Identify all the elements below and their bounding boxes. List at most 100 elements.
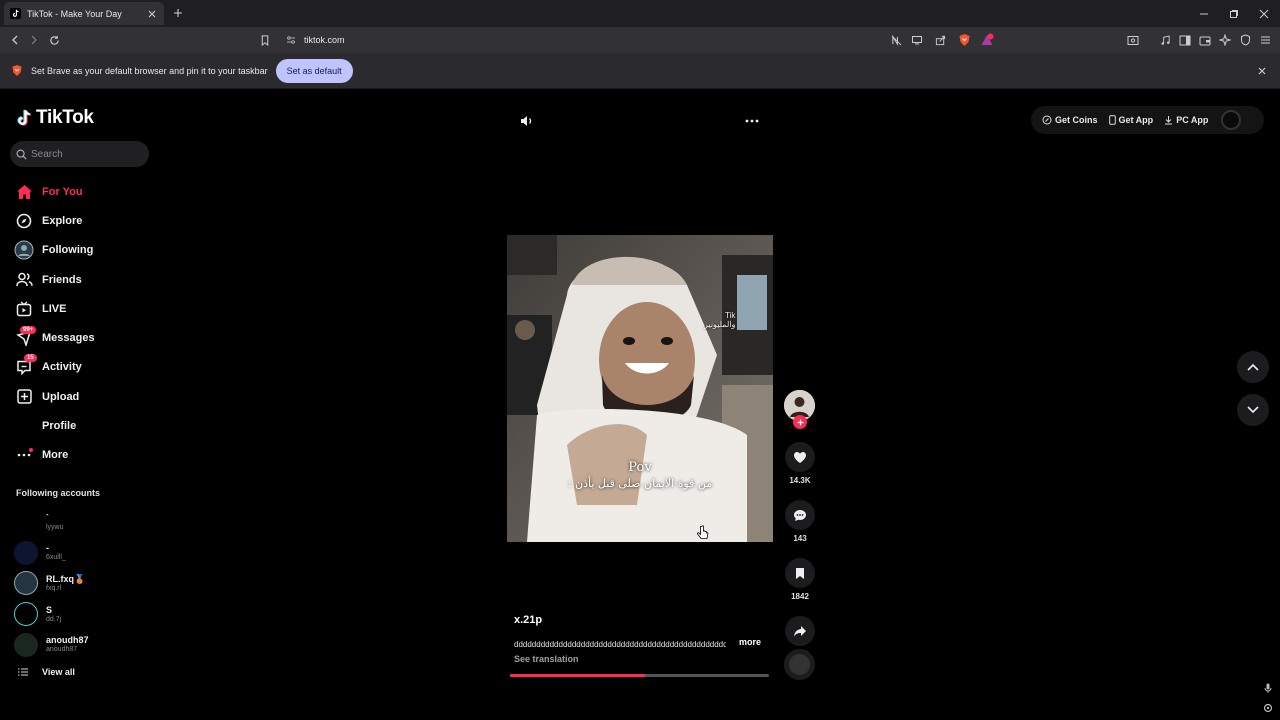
sidebar-item-messages[interactable]: 99+ Messages — [14, 323, 154, 352]
media-music-icon[interactable] — [1157, 32, 1173, 48]
reader-mode-off-icon[interactable] — [888, 32, 904, 48]
sound-disc-avatar[interactable] — [784, 649, 815, 680]
account-handle: anoudh87 — [46, 646, 78, 654]
coin-icon — [1042, 115, 1055, 125]
search-input[interactable] — [31, 148, 131, 160]
video-author-username[interactable]: x.21p — [514, 614, 542, 626]
description-more-button[interactable]: more — [739, 637, 761, 647]
bookmark-page-icon[interactable] — [257, 32, 273, 48]
tab-close-icon[interactable] — [146, 8, 158, 20]
phone-icon — [1108, 115, 1119, 125]
comment-button[interactable] — [785, 500, 815, 530]
leo-ai-icon[interactable] — [1217, 32, 1233, 48]
get-coins-label: Get Coins — [1055, 115, 1098, 125]
minimize-window-button[interactable] — [1188, 0, 1220, 27]
video-options-button[interactable] — [744, 113, 760, 129]
compass-icon — [14, 211, 34, 231]
brave-rewards-icon[interactable] — [979, 32, 995, 48]
brave-shields-icon[interactable] — [956, 32, 972, 48]
user-avatar[interactable] — [1221, 110, 1242, 130]
site-info-icon[interactable] — [286, 35, 296, 45]
pc-app-button[interactable]: PC App — [1164, 115, 1208, 125]
watermark-line-1: Tik — [725, 311, 736, 320]
get-app-button[interactable]: Get App — [1108, 115, 1153, 125]
following-account-item[interactable]: RL.fxq🥉 fxq.rl — [14, 568, 154, 599]
sidebar-item-upload[interactable]: Upload — [14, 382, 154, 411]
view-all-label: View all — [42, 667, 75, 677]
forward-button[interactable] — [26, 32, 42, 48]
tiktok-favicon-icon — [10, 8, 21, 19]
tab-search-icon[interactable] — [1125, 32, 1141, 48]
browser-tab[interactable]: TikTok - Make Your Day — [4, 2, 164, 25]
sidebar-item-label: Explore — [42, 214, 83, 227]
sidebar-item-activity[interactable]: 15 Activity — [14, 353, 154, 382]
cast-icon[interactable] — [909, 32, 925, 48]
tiktok-logo[interactable]: TikTok — [16, 107, 94, 129]
reload-button[interactable] — [46, 32, 62, 48]
live-icon — [14, 299, 34, 319]
previous-video-button[interactable] — [1237, 351, 1269, 383]
infobar-close-icon[interactable] — [1258, 67, 1266, 75]
volume-button[interactable] — [519, 113, 535, 129]
sidebar-item-label: Friends — [42, 273, 82, 286]
see-translation-link[interactable]: See translation — [514, 654, 579, 664]
vpn-shield-icon[interactable] — [1237, 32, 1253, 48]
account-avatar — [14, 571, 38, 596]
like-action[interactable]: 14.3K — [784, 442, 816, 485]
sidebar-item-profile[interactable]: Profile — [14, 411, 154, 440]
next-video-button[interactable] — [1237, 394, 1269, 426]
restore-window-button[interactable] — [1218, 0, 1250, 27]
account-avatar — [14, 632, 38, 657]
sidebar-item-label: Profile — [42, 420, 77, 433]
search-bar[interactable] — [10, 141, 149, 167]
sidebar-item-for-you[interactable]: For You — [14, 177, 154, 206]
sidebar-toggle-icon[interactable] — [1177, 32, 1193, 48]
account-handle: dd.7j — [46, 615, 62, 623]
sidebar-item-explore[interactable]: Explore — [14, 206, 154, 235]
share-button[interactable] — [785, 616, 815, 646]
sidebar-item-friends[interactable]: Friends — [14, 265, 154, 294]
account-handle: 6xulll_ — [46, 554, 66, 562]
pc-app-label: PC App — [1176, 115, 1209, 125]
video-progress-bar[interactable] — [510, 674, 769, 677]
close-window-button[interactable] — [1248, 0, 1280, 27]
like-count: 14.3K — [789, 476, 811, 485]
bookmark-action[interactable]: 1842 — [784, 558, 816, 601]
heart-icon — [794, 451, 806, 463]
settings-gear-icon[interactable] — [1263, 703, 1273, 713]
menu-hamburger-icon[interactable] — [1257, 32, 1273, 48]
video-caption-pov: Pov — [628, 460, 652, 475]
home-icon — [14, 182, 34, 202]
follow-plus-button[interactable] — [793, 415, 807, 429]
view-all-following-button[interactable]: View all — [18, 667, 75, 677]
following-account-item[interactable]: S dd.7j — [14, 599, 154, 630]
following-account-item[interactable]: ` lyywu — [14, 507, 154, 538]
following-account-item[interactable]: anoudh87 anoudh87 — [14, 629, 154, 660]
wallet-icon[interactable] — [1197, 32, 1213, 48]
set-as-default-button[interactable]: Set as default — [275, 58, 353, 83]
video-frame-image — [507, 235, 773, 542]
video-description: dddddddddddddddddddddddddddddddddddddddd… — [514, 640, 726, 649]
author-avatar[interactable] — [784, 390, 815, 429]
chevron-up-icon — [1247, 363, 1259, 371]
account-name: S — [46, 604, 53, 615]
sidebar-item-following[interactable]: Following — [14, 236, 154, 265]
sidebar-item-label: LIVE — [42, 302, 67, 315]
bookmark-button[interactable] — [785, 558, 815, 588]
like-button[interactable] — [785, 442, 815, 472]
account-name: - — [46, 543, 49, 554]
comment-action[interactable]: 143 — [784, 500, 816, 543]
sidebar-item-live[interactable]: LIVE — [14, 294, 154, 323]
share-icon[interactable] — [932, 32, 948, 48]
url-text: tiktok.com — [304, 35, 345, 45]
video-player[interactable]: Tik والمليونير Pov من قوة الايمان صلى قب… — [507, 235, 773, 542]
top-actions-bar: Get Coins Get App PC App — [1031, 106, 1264, 134]
sidebar-item-more[interactable]: More — [14, 441, 154, 470]
account-handle: lyywu — [46, 523, 64, 531]
get-coins-button[interactable]: Get Coins — [1042, 115, 1098, 125]
back-button[interactable] — [7, 32, 23, 48]
microphone-icon[interactable] — [1263, 683, 1273, 693]
following-account-item[interactable]: - 6xulll_ — [14, 538, 154, 569]
share-arrow-icon — [794, 626, 806, 637]
new-tab-button[interactable] — [170, 5, 186, 21]
